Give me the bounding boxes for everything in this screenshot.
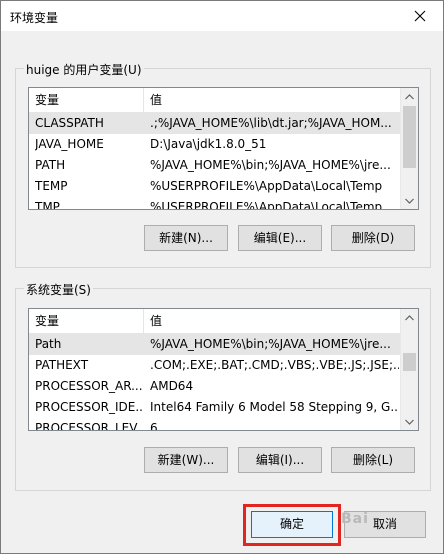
user-variables-label: huige 的用户变量(U) (24, 61, 144, 78)
user-new-button[interactable]: 新建(N)... (144, 225, 228, 251)
system-variables-list[interactable]: 变量 值 Path %JAVA_HOME%\bin;%JAVA_HOME%\jr… (28, 308, 419, 431)
watermark: Bai (341, 511, 369, 527)
table-row[interactable]: PROCESSOR_IDE... Intel64 Family 6 Model … (29, 397, 401, 418)
user-variables-list[interactable]: 变量 值 CLASSPATH .;%JAVA_HOME%\lib\dt.jar;… (28, 87, 419, 210)
column-header-variable[interactable]: 变量 (29, 88, 144, 112)
variable-name: JAVA_HOME (35, 137, 104, 151)
scroll-up-button[interactable] (401, 309, 418, 326)
vertical-scrollbar[interactable] (400, 88, 418, 209)
variable-value: D:\Java\jdk1.8.0_51 (150, 137, 267, 151)
variable-value: %USERPROFILE%\AppData\Local\Temp (150, 200, 383, 210)
chevron-down-icon (405, 198, 414, 204)
variable-value: Intel64 Family 6 Model 58 Stepping 9, G.… (150, 400, 399, 414)
scroll-up-button[interactable] (401, 88, 418, 105)
variable-name: TMP (35, 200, 60, 210)
column-header-variable[interactable]: 变量 (29, 309, 144, 333)
column-header-value[interactable]: 值 (144, 88, 162, 112)
environment-variables-dialog: 环境变量 huige 的用户变量(U) 变量 值 CLASSPATH .;%JA… (0, 0, 444, 554)
scroll-down-button[interactable] (401, 192, 418, 209)
variable-name: PROCESSOR_AR... (35, 379, 143, 393)
variable-value: .COM;.EXE;.BAT;.CMD;.VBS;.VBE;.JS;.JSE;.… (150, 358, 399, 372)
system-edit-button[interactable]: 编辑(I)... (238, 447, 322, 473)
table-row[interactable]: CLASSPATH .;%JAVA_HOME%\lib\dt.jar;%JAVA… (29, 113, 401, 134)
variable-name: PROCESSOR_LEV... (35, 421, 143, 431)
column-header-value[interactable]: 值 (144, 309, 162, 333)
variable-name: PROCESSOR_IDE... (35, 400, 143, 414)
table-row[interactable]: Path %JAVA_HOME%\bin;%JAVA_HOME%\jre... (29, 334, 401, 355)
list-header: 变量 值 (29, 309, 401, 334)
user-delete-button[interactable]: 删除(D) (331, 225, 415, 251)
system-new-button[interactable]: 新建(W)... (144, 447, 228, 473)
table-row[interactable]: PROCESSOR_LEV... 6 (29, 418, 401, 431)
close-icon (414, 10, 426, 22)
variable-name: PATHEXT (35, 358, 89, 372)
title-bar[interactable]: 环境变量 (1, 1, 443, 31)
table-row[interactable]: JAVA_HOME D:\Java\jdk1.8.0_51 (29, 134, 401, 155)
variable-value: %USERPROFILE%\AppData\Local\Temp (150, 179, 383, 193)
variable-name: TEMP (35, 179, 68, 193)
variable-value: AMD64 (150, 379, 194, 393)
variable-value: %JAVA_HOME%\bin;%JAVA_HOME%\jre... (150, 337, 391, 351)
system-delete-button[interactable]: 删除(L) (331, 447, 415, 473)
table-row[interactable]: PATH %JAVA_HOME%\bin;%JAVA_HOME%\jre... (29, 155, 401, 176)
table-row[interactable]: PROCESSOR_AR... AMD64 (29, 376, 401, 397)
scroll-down-button[interactable] (401, 413, 418, 430)
chevron-up-icon (405, 93, 414, 99)
vertical-scrollbar[interactable] (400, 309, 418, 430)
chevron-up-icon (405, 314, 414, 320)
user-edit-button[interactable]: 编辑(E)... (238, 225, 322, 251)
table-row[interactable]: PATHEXT .COM;.EXE;.BAT;.CMD;.VBS;.VBE;.J… (29, 355, 401, 376)
highlight-frame (243, 504, 341, 546)
scroll-thumb[interactable] (403, 106, 416, 168)
table-row[interactable]: TMP %USERPROFILE%\AppData\Local\Temp (29, 197, 401, 210)
variable-name: PATH (35, 158, 66, 172)
variable-value: .;%JAVA_HOME%\lib\dt.jar;%JAVA_HOM... (150, 116, 392, 130)
variable-value: 6 (150, 421, 158, 431)
variable-name: CLASSPATH (35, 116, 104, 130)
system-variables-label: 系统变量(S) (24, 281, 93, 298)
variable-value: %JAVA_HOME%\bin;%JAVA_HOME%\jre... (150, 158, 391, 172)
table-row[interactable]: TEMP %USERPROFILE%\AppData\Local\Temp (29, 176, 401, 197)
scroll-thumb[interactable] (403, 353, 416, 371)
variable-name: Path (35, 337, 62, 351)
close-button[interactable] (397, 1, 443, 31)
chevron-down-icon (405, 419, 414, 425)
dialog-title: 环境变量 (10, 11, 59, 25)
list-header: 变量 值 (29, 88, 401, 113)
